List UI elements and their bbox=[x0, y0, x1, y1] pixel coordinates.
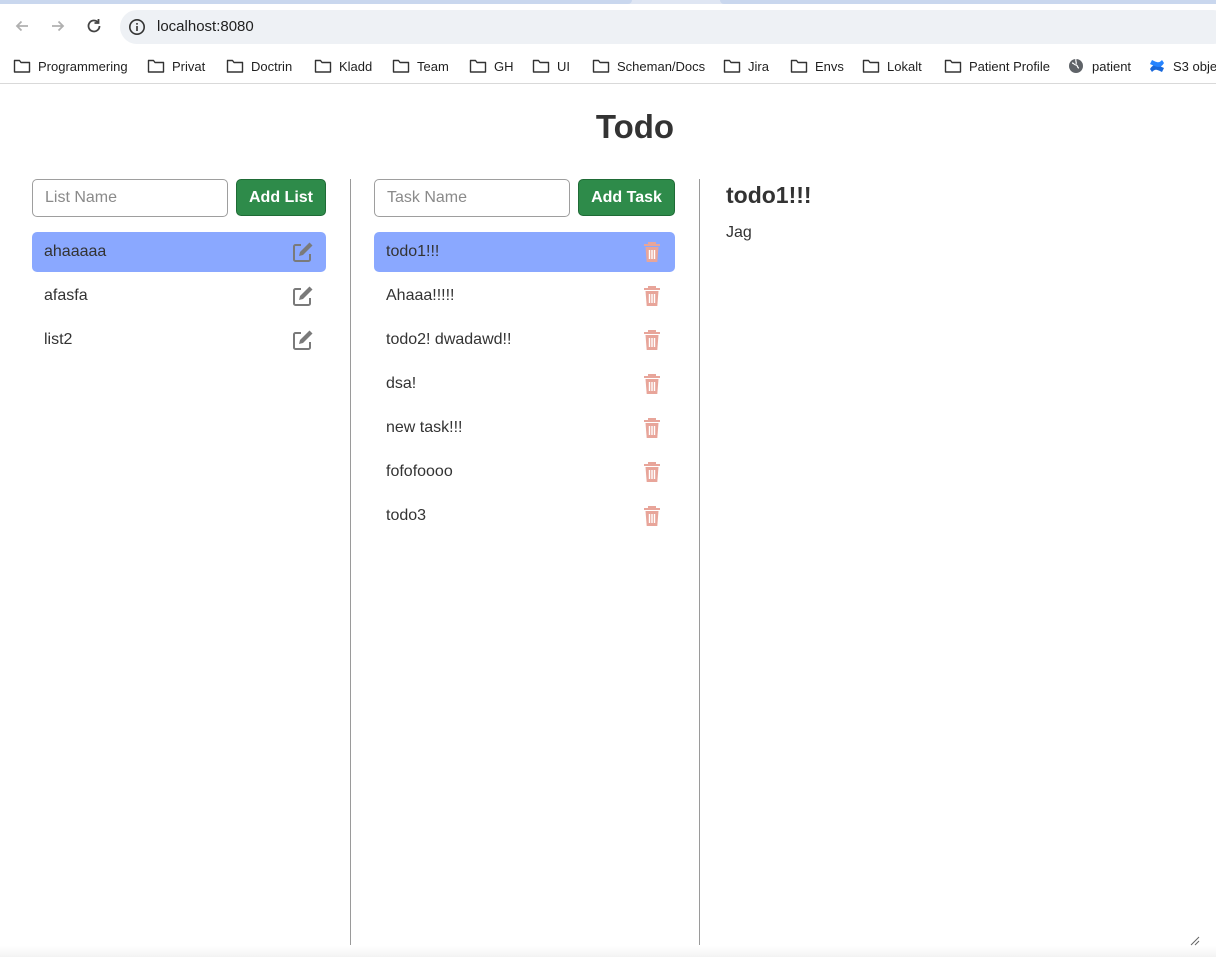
bookmark-item[interactable]: Scheman/Docs bbox=[592, 55, 705, 77]
task-detail-title: todo1!!! bbox=[726, 182, 812, 208]
url-text[interactable]: localhost:8080 bbox=[157, 18, 254, 35]
bookmark-label: Patient Profile bbox=[969, 58, 1050, 74]
trash-icon[interactable] bbox=[641, 505, 663, 527]
trash-icon[interactable] bbox=[641, 241, 663, 263]
add-list-button[interactable]: Add List bbox=[236, 179, 326, 216]
bookmark-label: Envs bbox=[815, 58, 844, 74]
edit-icon[interactable] bbox=[292, 329, 314, 351]
edit-icon[interactable] bbox=[292, 285, 314, 307]
bookmark-label: Team bbox=[417, 58, 449, 74]
trash-icon[interactable] bbox=[641, 461, 663, 483]
bookmark-item[interactable]: Team bbox=[392, 55, 449, 77]
task-item-label: todo1!!! bbox=[386, 243, 440, 260]
page-title: Todo bbox=[595, 108, 675, 145]
info-icon[interactable] bbox=[128, 18, 146, 36]
arrow-right-icon bbox=[52, 20, 65, 32]
task-item[interactable]: new task!!! bbox=[374, 408, 675, 448]
task-item[interactable]: todo3 bbox=[374, 496, 675, 536]
bookmark-label: Doctrin bbox=[251, 58, 293, 74]
folder-icon bbox=[392, 59, 410, 73]
bookmark-item[interactable]: Doctrin bbox=[226, 55, 292, 77]
task-item[interactable]: Ahaaa!!!!! bbox=[374, 276, 675, 316]
bookmark-item[interactable]: Programmering bbox=[13, 55, 128, 77]
bookmark-item[interactable]: UI bbox=[532, 55, 570, 77]
folder-icon bbox=[532, 59, 550, 73]
bookmark-item[interactable]: Envs bbox=[790, 55, 844, 77]
task-item-label: dsa! bbox=[386, 375, 417, 392]
bookmark-item[interactable]: Patient Profile bbox=[944, 55, 1050, 77]
bookmark-item[interactable]: S3 objec bbox=[1148, 55, 1216, 77]
list-item[interactable]: ahaaaaa bbox=[32, 232, 326, 272]
bookmark-item[interactable]: Kladd bbox=[314, 55, 372, 77]
task-item-label: new task!!! bbox=[386, 419, 463, 436]
add-task-button[interactable]: Add Task bbox=[578, 179, 675, 216]
browser-toolbar: localhost:8080 bbox=[0, 4, 1216, 48]
task-item[interactable]: fofofoooo bbox=[374, 452, 675, 492]
globe-icon bbox=[1069, 58, 1083, 73]
bookmark-label: Programmering bbox=[38, 58, 128, 74]
list-item-label: ahaaaaa bbox=[44, 243, 107, 260]
task-item-label: todo2! dwadawd!! bbox=[386, 331, 512, 348]
list-item[interactable]: list2 bbox=[32, 320, 326, 360]
trash-icon[interactable] bbox=[641, 329, 663, 351]
bookmark-label: patient bbox=[1092, 58, 1132, 74]
list-name-input[interactable] bbox=[32, 179, 228, 217]
bookmark-label: Jira bbox=[748, 58, 769, 74]
folder-icon bbox=[592, 59, 610, 73]
trash-icon[interactable] bbox=[641, 417, 663, 439]
address-bar[interactable]: localhost:8080 bbox=[120, 10, 1216, 44]
folder-icon bbox=[226, 59, 244, 73]
bookmark-item[interactable]: Jira bbox=[723, 55, 769, 77]
bookmark-item[interactable]: Privat bbox=[147, 55, 205, 77]
bookmark-label: Kladd bbox=[339, 58, 373, 74]
list-item[interactable]: afasfa bbox=[32, 276, 326, 316]
folder-icon bbox=[13, 59, 31, 73]
bookmark-label: Privat bbox=[172, 58, 206, 74]
resize-handle-icon[interactable] bbox=[1188, 934, 1200, 946]
folder-icon bbox=[944, 59, 962, 73]
task-item[interactable]: dsa! bbox=[374, 364, 675, 404]
column-divider bbox=[699, 179, 700, 945]
bookmark-label: S3 objec bbox=[1173, 58, 1216, 74]
task-item-label: todo3 bbox=[386, 507, 427, 524]
task-item-label: fofofoooo bbox=[386, 463, 453, 480]
forward-button[interactable] bbox=[46, 14, 70, 38]
task-item[interactable]: todo1!!! bbox=[374, 232, 675, 272]
bookmark-item[interactable]: patient bbox=[1067, 55, 1131, 77]
folder-icon bbox=[147, 59, 165, 73]
trash-icon[interactable] bbox=[641, 373, 663, 395]
window-bottom-edge bbox=[0, 946, 1216, 957]
confluence-icon bbox=[1150, 60, 1164, 72]
reload-button[interactable] bbox=[82, 14, 106, 38]
reload-icon bbox=[87, 19, 101, 33]
folder-icon bbox=[723, 59, 741, 73]
bookmarks-bar: Programmering Privat Doctrin Kladd Team GH UI S… bbox=[0, 48, 1216, 84]
bookmark-label: GH bbox=[494, 58, 514, 74]
edit-icon[interactable] bbox=[292, 241, 314, 263]
folder-icon bbox=[862, 59, 880, 73]
back-button[interactable] bbox=[10, 14, 34, 38]
folder-icon bbox=[790, 59, 808, 73]
column-divider bbox=[350, 179, 351, 945]
bookmark-label: UI bbox=[557, 58, 570, 74]
folder-icon bbox=[314, 59, 332, 73]
task-item-label: Ahaaa!!!!! bbox=[386, 287, 455, 304]
task-name-input[interactable] bbox=[374, 179, 570, 217]
list-item-label: list2 bbox=[44, 331, 73, 348]
folder-icon bbox=[469, 59, 487, 73]
arrow-left-icon bbox=[15, 20, 28, 32]
task-item[interactable]: todo2! dwadawd!! bbox=[374, 320, 675, 360]
bookmark-item[interactable]: Lokalt bbox=[862, 55, 922, 77]
bookmark-label: Lokalt bbox=[887, 58, 922, 74]
bookmark-label: Scheman/Docs bbox=[617, 58, 706, 74]
task-detail-description[interactable]: Jag bbox=[726, 224, 752, 242]
trash-icon[interactable] bbox=[641, 285, 663, 307]
list-item-label: afasfa bbox=[44, 287, 88, 304]
bookmark-item[interactable]: GH bbox=[469, 55, 514, 77]
